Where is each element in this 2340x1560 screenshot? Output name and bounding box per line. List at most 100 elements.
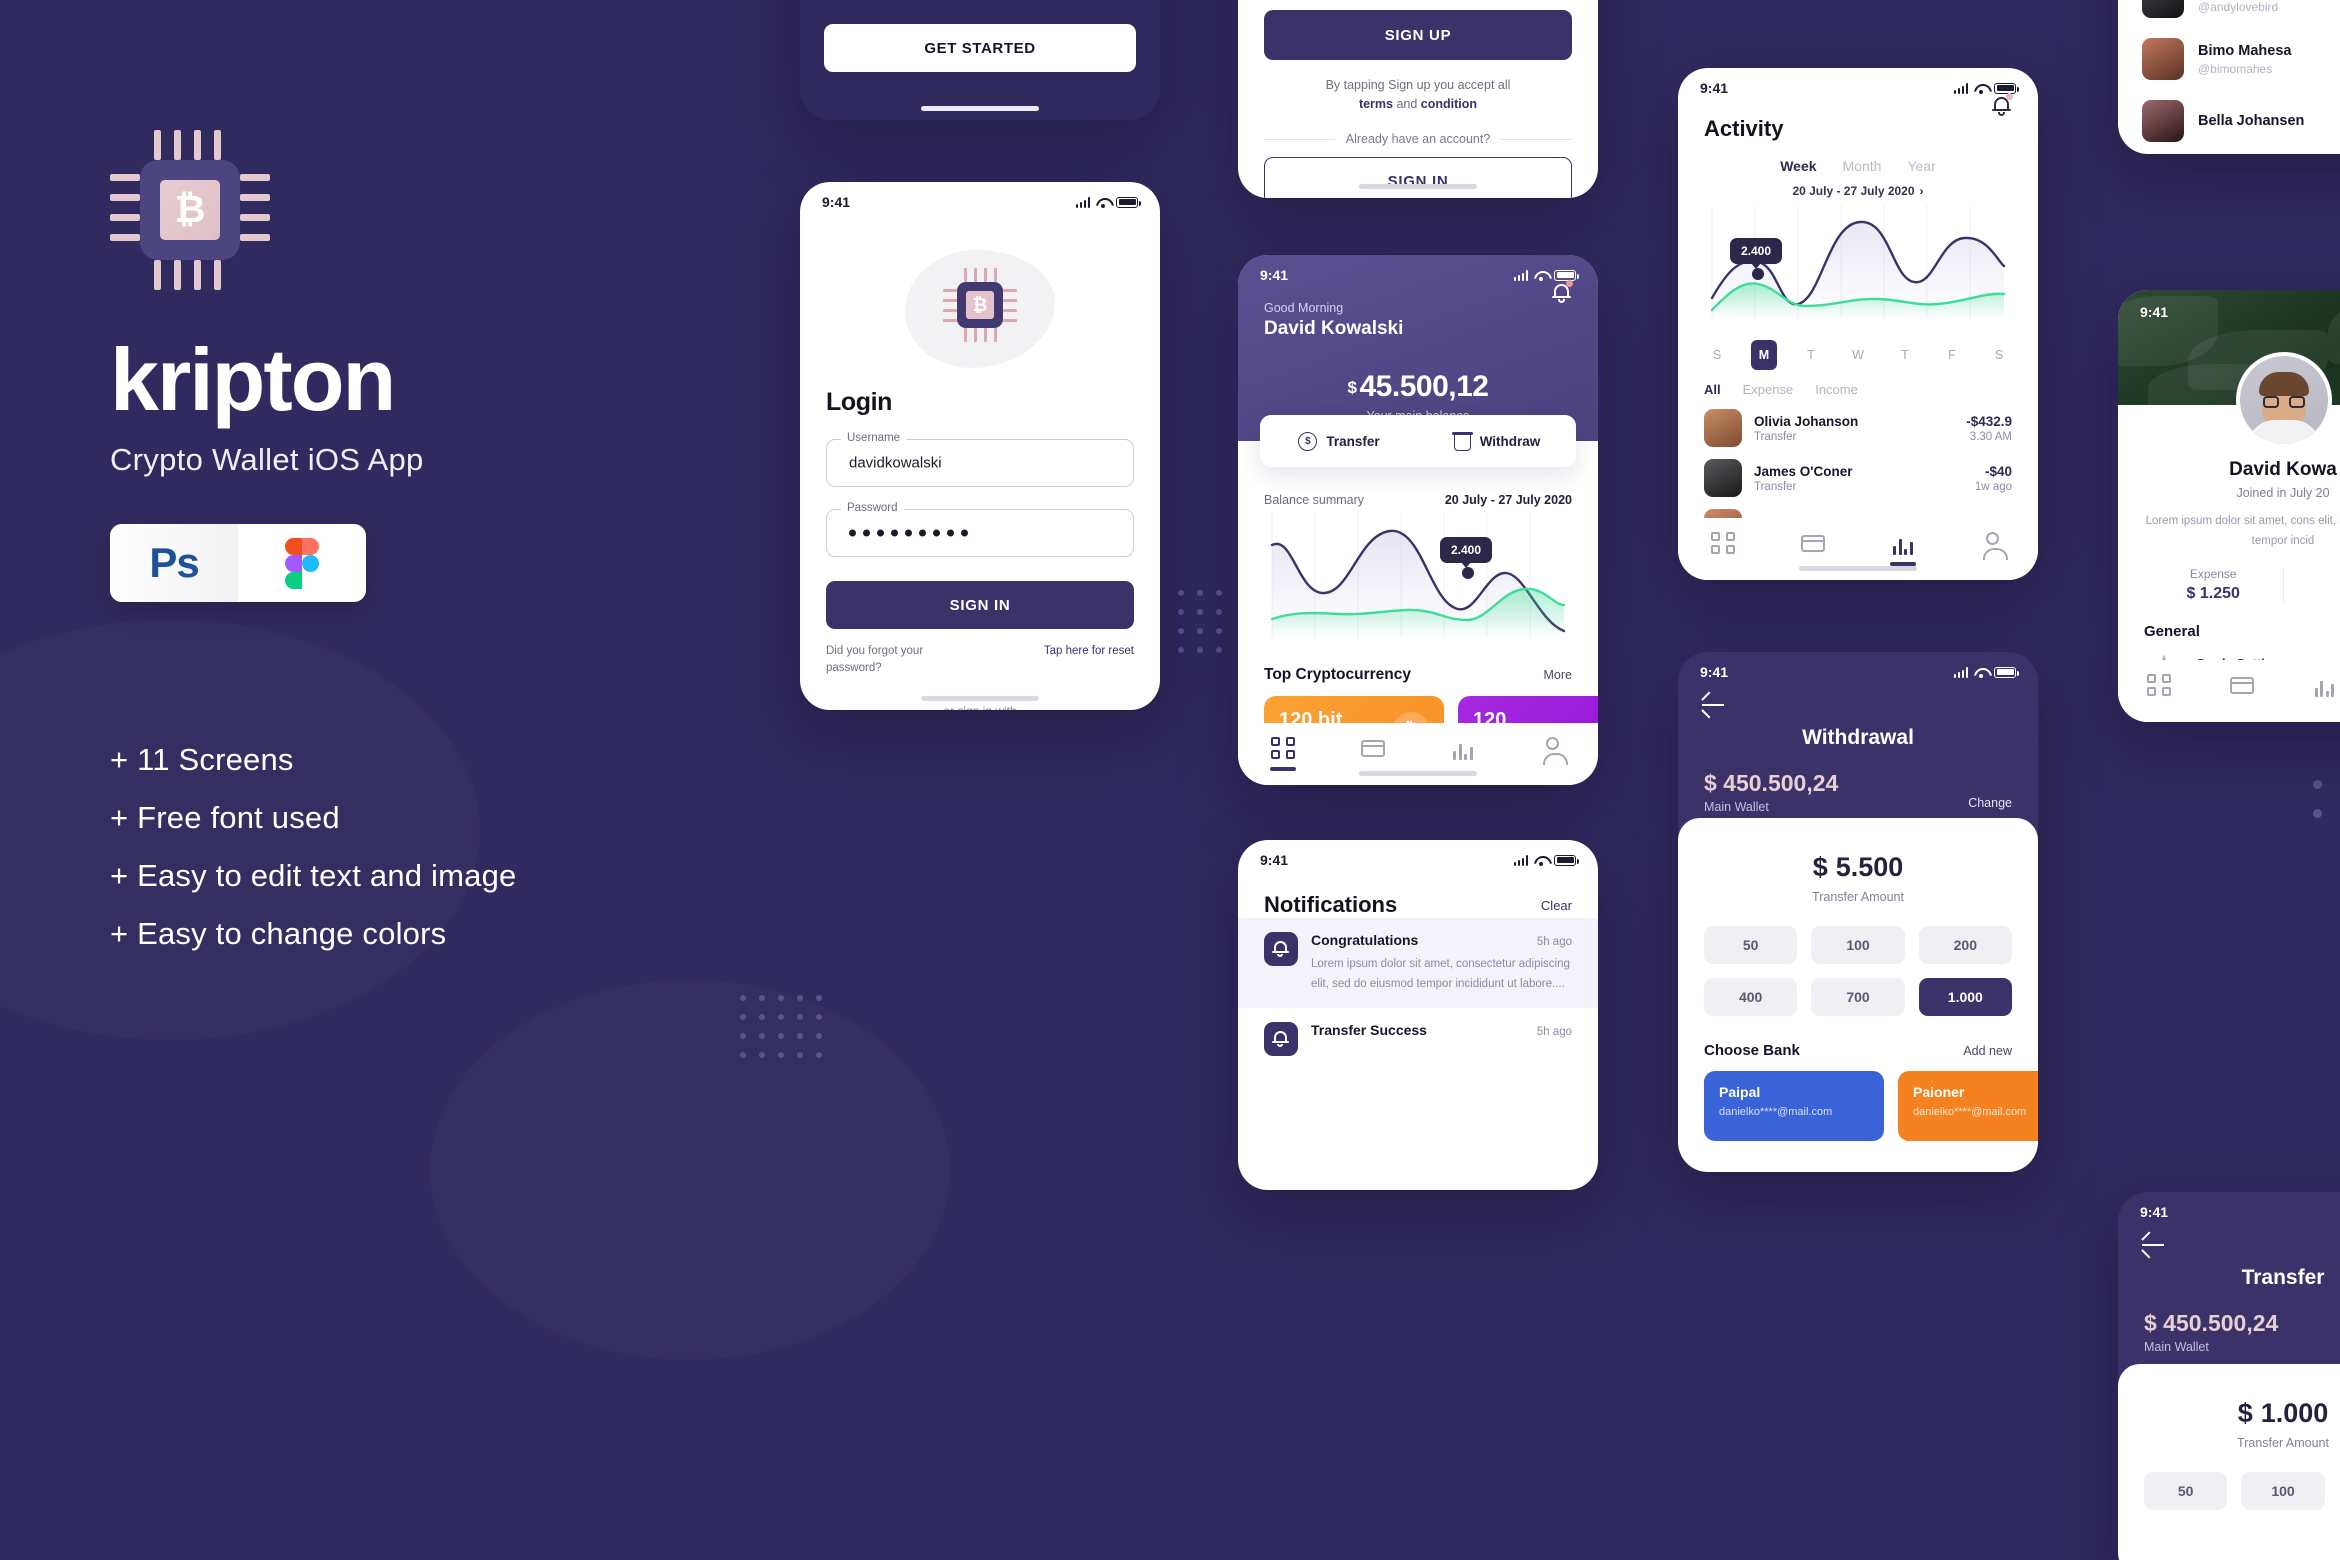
tab-profile[interactable] bbox=[1981, 531, 2008, 560]
transaction-row[interactable]: Olivia Johanson Transfer -$432.9 3.30 AM bbox=[1704, 409, 2012, 447]
transaction-type: Transfer bbox=[1754, 480, 1797, 493]
contact-row[interactable]: Bella Johansen bbox=[2118, 90, 2340, 152]
home-indicator bbox=[1359, 771, 1477, 776]
photoshop-icon: Ps bbox=[110, 524, 238, 602]
activity-screen: 9:41 Activity Week Month Year 20 July - … bbox=[1678, 68, 2038, 580]
carousel-dots[interactable] bbox=[2313, 780, 2322, 818]
add-new-bank-link[interactable]: Add new bbox=[1963, 1044, 2012, 1058]
filter-expense[interactable]: Expense bbox=[1743, 382, 1794, 397]
notification-bell-icon[interactable] bbox=[1992, 93, 2013, 116]
amount-chip[interactable]: 100 bbox=[2241, 1472, 2325, 1510]
wallet-header: 9:41 Good Morning David Kowalski $45.500… bbox=[1238, 255, 1598, 441]
filter-all[interactable]: All bbox=[1704, 382, 1721, 397]
notification-item[interactable]: Transfer Success 5h ago bbox=[1238, 1008, 1598, 1070]
segment-week[interactable]: Week bbox=[1780, 158, 1816, 174]
notification-bell-icon[interactable] bbox=[1552, 280, 1573, 303]
weekday-w[interactable]: W bbox=[1845, 340, 1871, 370]
password-field[interactable]: Password bbox=[826, 502, 1134, 557]
carousel-dot[interactable] bbox=[2313, 809, 2322, 818]
date-range-selector[interactable]: 20 July - 27 July 2020 › bbox=[1678, 184, 2038, 198]
carousel-dot[interactable] bbox=[2313, 780, 2322, 789]
amount-chip-selected[interactable]: 1.000 bbox=[1918, 978, 2012, 1016]
signup-screen: SIGN UP By tapping Sign up you accept al… bbox=[1238, 0, 1598, 198]
bank-email: danielko****@mail.com bbox=[1913, 1106, 2027, 1118]
bank-card[interactable]: Paioner danielko****@mail.com bbox=[1898, 1071, 2038, 1141]
transaction-filters: All Expense Income bbox=[1704, 382, 2012, 397]
withdraw-action[interactable]: Withdraw bbox=[1418, 431, 1576, 451]
amount-chip[interactable]: 400 bbox=[1704, 978, 1798, 1016]
terms-link[interactable]: terms bbox=[1359, 97, 1393, 111]
dot-decoration bbox=[740, 995, 822, 1058]
feature-list: + 11 Screens + Free font used + Easy to … bbox=[110, 742, 750, 952]
weekday-t[interactable]: T bbox=[1798, 340, 1824, 370]
clear-button[interactable]: Clear bbox=[1541, 898, 1572, 913]
amount-chip[interactable]: 50 bbox=[1704, 926, 1798, 964]
transaction-row[interactable]: James O'Coner Transfer -$40 1w ago bbox=[1704, 459, 2012, 497]
weekday-s2[interactable]: S bbox=[1986, 340, 2012, 370]
tab-activity[interactable] bbox=[1890, 531, 1916, 566]
username-field[interactable]: Username davidkowalski bbox=[826, 432, 1134, 487]
contacts-screen: @andrewsimo Andy Lovebird @andylovebird … bbox=[2118, 0, 2340, 154]
weekday-f[interactable]: F bbox=[1939, 340, 1965, 370]
amount-chip[interactable]: 700 bbox=[1811, 978, 1905, 1016]
back-arrow-icon[interactable] bbox=[1702, 704, 1724, 706]
tab-cards[interactable] bbox=[2229, 673, 2254, 697]
change-wallet-link[interactable]: Change bbox=[1968, 796, 2012, 810]
wifi-icon bbox=[1974, 667, 1988, 678]
greeting-text: Good Morning bbox=[1264, 301, 1344, 315]
chevron-right-icon: › bbox=[1919, 184, 1924, 198]
balance-summary-header: Balance summary 20 July - 27 July 2020 bbox=[1264, 493, 1572, 507]
wifi-icon bbox=[1534, 855, 1548, 866]
amount-chip[interactable]: 100 bbox=[1811, 926, 1905, 964]
contact-row[interactable]: Andy Lovebird @andylovebird bbox=[2118, 0, 2340, 28]
tab-home[interactable] bbox=[1711, 531, 1735, 555]
profile-stats: Expense $ 1.250 $ bbox=[2144, 567, 2340, 604]
onboarding-screen: GET STARTED bbox=[800, 0, 1160, 120]
avatar bbox=[2142, 38, 2184, 80]
profile-bio: Lorem ipsum dolor sit amet, cons elit, s… bbox=[2145, 515, 2340, 547]
filter-income[interactable]: Income bbox=[1815, 382, 1858, 397]
transfer-action[interactable]: Transfer bbox=[1260, 431, 1418, 451]
tab-cards[interactable] bbox=[1361, 736, 1385, 760]
more-link[interactable]: More bbox=[1544, 668, 1572, 682]
bitcoin-glyph: ₿ bbox=[160, 180, 220, 240]
signal-icon bbox=[1953, 666, 1968, 678]
wallet-label: Main Wallet bbox=[2144, 1340, 2209, 1354]
sign-up-button[interactable]: SIGN UP bbox=[1264, 10, 1572, 60]
amount-chip-grid: 50 100 200 400 700 1.000 bbox=[1704, 926, 2012, 1016]
profile-screen: 9:41 David Kowa Joined in July 20 Lorem … bbox=[2118, 290, 2340, 722]
back-arrow-icon[interactable] bbox=[2142, 1244, 2164, 1246]
weekday-s[interactable]: S bbox=[1704, 340, 1730, 370]
amount-chip[interactable]: 200 bbox=[1918, 926, 2012, 964]
tab-home[interactable] bbox=[1270, 736, 1296, 771]
tab-activity[interactable] bbox=[2312, 673, 2336, 697]
segment-month[interactable]: Month bbox=[1843, 158, 1882, 174]
contact-row[interactable]: Bimo Mahesa @bimomahes bbox=[2118, 28, 2340, 90]
withdraw-label: Withdraw bbox=[1479, 433, 1541, 449]
segment-year[interactable]: Year bbox=[1907, 158, 1935, 174]
get-started-button[interactable]: GET STARTED bbox=[824, 24, 1136, 72]
tab-activity[interactable] bbox=[1451, 736, 1475, 760]
condition-link[interactable]: condition bbox=[1421, 97, 1477, 111]
amount-chip[interactable]: 50 bbox=[2144, 1472, 2228, 1510]
password-value bbox=[849, 529, 968, 537]
weekday-m[interactable]: M bbox=[1751, 340, 1777, 370]
weekday-t2[interactable]: T bbox=[1892, 340, 1918, 370]
sign-in-button[interactable]: SIGN IN bbox=[826, 581, 1134, 629]
home-indicator bbox=[1799, 566, 1917, 571]
tab-cards[interactable] bbox=[1801, 531, 1825, 555]
reset-link[interactable]: Tap here for reset bbox=[1044, 643, 1134, 676]
transaction-time: 3.30 AM bbox=[1969, 430, 2012, 443]
chart-value-badge: 2.400 bbox=[1730, 238, 1783, 264]
bank-card[interactable]: Paipal danielko****@mail.com bbox=[1704, 1071, 1884, 1141]
battery-icon bbox=[1994, 666, 2019, 678]
tab-profile[interactable] bbox=[1541, 736, 1568, 765]
password-label: Password bbox=[841, 502, 904, 514]
avatar bbox=[1704, 459, 1742, 497]
transaction-amount: -$432.9 bbox=[1966, 413, 2012, 429]
tools-badge: Ps bbox=[110, 524, 366, 602]
tab-home[interactable] bbox=[2147, 673, 2172, 697]
terms-text: By tapping Sign up you accept all terms … bbox=[1238, 76, 1598, 115]
sign-in-button[interactable]: SIGN IN bbox=[1264, 157, 1572, 198]
notification-item[interactable]: Congratulations 5h ago Lorem ipsum dolor… bbox=[1238, 918, 1598, 1009]
